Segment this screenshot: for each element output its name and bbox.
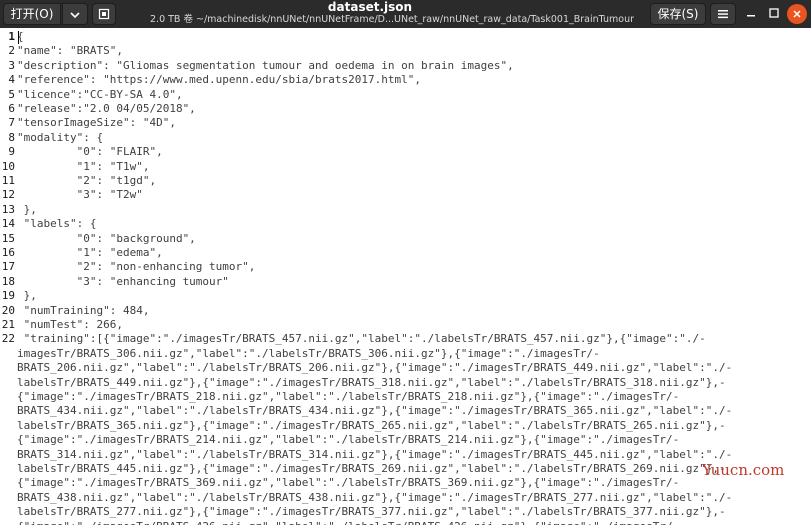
code-line[interactable]: }, xyxy=(17,289,807,303)
line-number: 9 xyxy=(8,145,15,159)
line-number: 21 xyxy=(1,318,15,331)
code-line[interactable]: BRATS_434.nii.gz","label":"./labelsTr/BR… xyxy=(17,404,807,418)
watermark: Yuucn.com xyxy=(702,461,785,479)
minimize-button[interactable] xyxy=(740,2,762,24)
code-line[interactable]: "name": "BRATS", xyxy=(17,44,807,58)
line-number: 16 xyxy=(1,246,15,259)
line-number: 8 xyxy=(8,130,15,144)
code-line[interactable]: "labels": { xyxy=(17,217,807,231)
header-bar: 打开(O) dataset.json 2.0 TB 卷 ~/machinedis… xyxy=(0,0,811,28)
code-line[interactable]: "reference": "https://www.med.upenn.edu/… xyxy=(17,73,807,87)
open-button[interactable]: 打开(O) xyxy=(3,3,61,25)
hamburger-menu-icon xyxy=(718,10,728,19)
code-line[interactable]: {"image":"./imagesTr/BRATS_218.nii.gz","… xyxy=(17,390,807,404)
line-number: 15 xyxy=(1,231,15,245)
code-line[interactable]: "modality": { xyxy=(17,131,807,145)
code-line[interactable]: labelsTr/BRATS_445.nii.gz"},{"image":"./… xyxy=(17,462,807,476)
menu-button[interactable] xyxy=(710,3,736,25)
code-line[interactable]: }, xyxy=(17,203,807,217)
code-line[interactable]: "licence":"CC-BY-SA 4.0", xyxy=(17,88,807,102)
line-number: 18 xyxy=(1,274,15,288)
code-line[interactable]: "0": "background", xyxy=(17,232,807,246)
line-number: 12 xyxy=(1,188,15,202)
code-line[interactable]: "3": "T2w" xyxy=(17,188,807,202)
line-number: 1 xyxy=(8,30,15,43)
code-line[interactable]: BRATS_206.nii.gz","label":"./labelsTr/BR… xyxy=(17,361,807,375)
close-button[interactable] xyxy=(787,4,807,24)
code-line[interactable]: BRATS_314.nii.gz","label":"./labelsTr/BR… xyxy=(17,448,807,462)
code-line[interactable]: "2": "non-enhancing tumor", xyxy=(17,260,807,274)
line-number: 6 xyxy=(8,102,15,115)
code-line[interactable]: "tensorImageSize": "4D", xyxy=(17,116,807,130)
maximize-button[interactable] xyxy=(763,2,785,24)
line-number: 13 xyxy=(1,202,15,216)
open-dropdown-button[interactable] xyxy=(62,3,88,25)
code-line[interactable]: "0": "FLAIR", xyxy=(17,145,807,159)
code-line[interactable]: "release":"2.0 04/05/2018", xyxy=(17,102,807,116)
pin-icon xyxy=(98,8,110,20)
line-number: 17 xyxy=(1,260,15,274)
code-line[interactable]: {"image":"./imagesTr/BRATS_369.nii.gz","… xyxy=(17,476,807,490)
code-line[interactable]: "1": "edema", xyxy=(17,246,807,260)
text-editor[interactable]: 1 2 3 4 5 6 7 8 9 10 11 12 13 14 15 16 17 18 19 20 21 22 {"na… xyxy=(0,28,811,525)
code-line[interactable]: imagesTr/BRATS_306.nii.gz","label":"./la… xyxy=(17,347,807,361)
line-number: 19 xyxy=(1,289,15,303)
line-number: 3 xyxy=(8,58,15,72)
code-line[interactable]: labelsTr/BRATS_365.nii.gz"},{"image":"./… xyxy=(17,419,807,433)
code-line[interactable]: "numTest": 266, xyxy=(17,318,807,332)
code-line[interactable]: "2": "t1gd", xyxy=(17,174,807,188)
code-line[interactable]: "1": "T1w", xyxy=(17,160,807,174)
code-line[interactable]: "training":[{"image":"./imagesTr/BRATS_4… xyxy=(17,332,807,346)
line-number: 2 xyxy=(8,44,15,58)
code-line[interactable]: "3": "enhancing tumour" xyxy=(17,275,807,289)
line-number: 20 xyxy=(1,303,15,317)
code-line[interactable]: "numTraining": 484, xyxy=(17,304,807,318)
window-title: dataset.json xyxy=(327,0,413,14)
line-number: 11 xyxy=(1,174,15,187)
line-number: 7 xyxy=(8,116,15,130)
text-cursor xyxy=(18,31,19,44)
line-number: 10 xyxy=(1,159,15,173)
line-number: 22 xyxy=(1,332,15,346)
maximize-icon xyxy=(769,8,779,18)
save-button[interactable]: 保存(S) xyxy=(650,3,706,25)
code-line[interactable]: {"image":"./imagesTr/BRATS_214.nii.gz","… xyxy=(17,433,807,447)
code-line[interactable]: labelsTr/BRATS_277.nii.gz"},{"image":"./… xyxy=(17,505,807,519)
code-line[interactable]: {"image":"./imagesTr/BRATS_426.nii.gz","… xyxy=(17,520,807,525)
line-number: 14 xyxy=(1,217,15,231)
line-number: 5 xyxy=(8,87,15,101)
file-path: 2.0 TB 卷 ~/machinedisk/nnUNet/nnUNetFram… xyxy=(150,14,635,25)
chevron-down-icon xyxy=(70,12,80,19)
close-icon xyxy=(793,10,801,18)
code-line[interactable]: BRATS_438.nii.gz","label":"./labelsTr/BR… xyxy=(17,491,807,505)
line-number-gutter: 1 2 3 4 5 6 7 8 9 10 11 12 13 14 15 16 17 18 19 20 21 22 xyxy=(0,28,15,525)
code-line[interactable]: "description": "Gliomas segmentation tum… xyxy=(17,59,807,73)
line-number: 4 xyxy=(8,73,15,87)
minimize-icon xyxy=(747,15,755,17)
code-line[interactable]: labelsTr/BRATS_449.nii.gz"},{"image":"./… xyxy=(17,376,807,390)
code-line[interactable]: { xyxy=(17,30,807,44)
pin-button[interactable] xyxy=(92,3,116,25)
